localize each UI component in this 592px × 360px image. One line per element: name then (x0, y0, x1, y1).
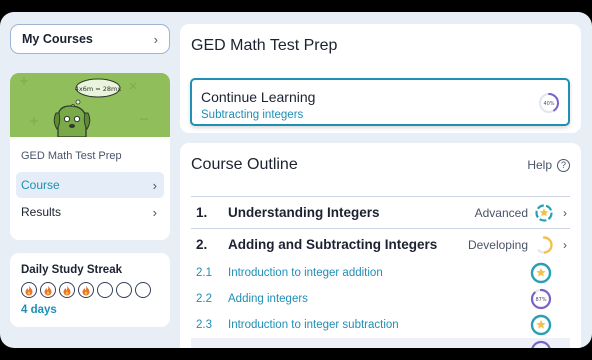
flame-icon (59, 282, 75, 298)
developing-badge-icon (537, 235, 553, 254)
flame-icon (21, 282, 37, 298)
unit-row[interactable]: 2. Adding and Subtracting Integers Devel… (191, 228, 570, 260)
progress-ring-icon: 40% (539, 93, 559, 113)
chevron-right-icon: › (152, 177, 157, 193)
my-courses-label: My Courses (22, 32, 93, 46)
sidebar-item-course[interactable]: Course › (16, 172, 164, 198)
flame-icon (40, 282, 56, 298)
sidebar-item-label: Course (21, 178, 60, 192)
help-label: Help (527, 158, 552, 172)
streak-title: Daily Study Streak (21, 264, 122, 276)
lesson-row[interactable]: 2.2 Adding integers 87% (191, 286, 570, 312)
unit-level: Advanced (474, 205, 528, 220)
sidebar-item-results[interactable]: Results › (16, 199, 164, 225)
chevron-right-icon: › (153, 31, 158, 47)
streak-days: 4 days (21, 304, 57, 316)
unit-row[interactable]: 1. Understanding Integers Advanced › (191, 196, 570, 228)
mastery-badge-icon (535, 203, 553, 222)
continue-lesson-link[interactable]: Subtracting integers (201, 109, 303, 121)
app-window: My Courses › 4x6m = 28mx GED Math Test P… (0, 12, 592, 348)
empty-day-icon (135, 282, 151, 298)
course-card: 4x6m = 28mx GED Math Test Prep Course › … (10, 73, 170, 240)
streak-circles (21, 282, 159, 298)
chevron-down-icon: › (563, 237, 567, 252)
illustration-formula: 4x6m = 28mx (75, 85, 122, 93)
help-button[interactable]: Help ? (527, 158, 570, 172)
empty-day-icon (97, 282, 113, 298)
lesson-row[interactable]: 2.1 Introduction to integer addition (191, 260, 570, 286)
lesson-title[interactable]: Adding integers (228, 293, 530, 305)
progress-ring-icon (531, 340, 551, 348)
empty-day-icon (116, 282, 132, 298)
unit-title: Adding and Subtracting Integers (228, 237, 438, 252)
progress-label: 87% (535, 297, 546, 303)
unit-level: Developing (467, 237, 528, 252)
lesson-row[interactable]: 2.3 Introduction to integer subtraction (191, 312, 570, 338)
progress-label: 40% (543, 101, 554, 107)
continue-learning-card[interactable]: Continue Learning Subtracting integers 4… (190, 78, 570, 126)
page-title: GED Math Test Prep (191, 37, 338, 54)
course-outline-panel: Course Outline Help ? 1. Understanding I… (180, 143, 581, 348)
unit-number: 1. (196, 205, 208, 220)
mastered-star-icon (530, 262, 552, 284)
streak-card: Daily Study Streak 4 days (10, 253, 170, 327)
lesson-title[interactable]: Introduction to integer subtraction (228, 319, 530, 331)
help-icon: ? (557, 158, 570, 172)
course-illustration: 4x6m = 28mx (20, 77, 148, 138)
progress-ring-icon: 87% (530, 288, 552, 310)
chevron-right-icon: › (152, 204, 157, 220)
sidebar-item-label: Results (21, 205, 62, 219)
lesson-title[interactable]: Introduction to integer addition (228, 267, 530, 279)
continue-title: Continue Learning (201, 89, 316, 105)
lesson-row-partial[interactable] (191, 338, 570, 348)
header-panel: GED Math Test Prep Continue Learning Sub… (180, 24, 581, 133)
lesson-number: 2.2 (196, 293, 212, 305)
my-courses-button[interactable]: My Courses › (10, 24, 170, 54)
unit-title: Understanding Integers (228, 205, 380, 220)
outline-title: Course Outline (191, 156, 298, 173)
mastered-star-icon (530, 314, 552, 336)
course-name: GED Math Test Prep (21, 150, 122, 162)
course-image: 4x6m = 28mx (10, 73, 170, 138)
unit-number: 2. (196, 237, 208, 252)
chevron-right-icon: › (563, 205, 567, 220)
lesson-number: 2.3 (196, 319, 212, 331)
lesson-number: 2.1 (196, 267, 212, 279)
flame-icon (78, 282, 94, 298)
